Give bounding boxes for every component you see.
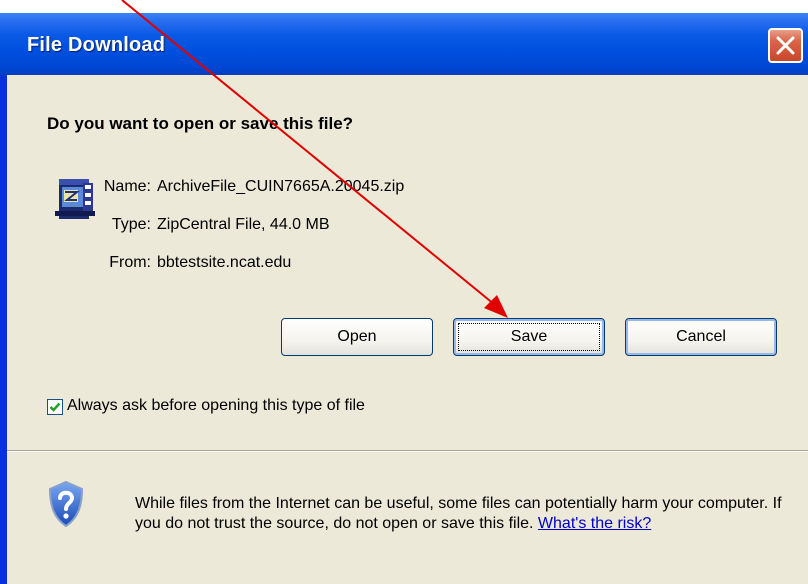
title-bar[interactable]: File Download [0,13,808,75]
dialog-title: File Download [27,34,166,56]
separator [7,450,808,452]
file-download-dialog: File Download Do you want to open or sav… [0,13,808,584]
file-name: ArchiveFile_CUIN7665A.20045.zip [157,178,405,195]
cancel-button[interactable]: Cancel [625,318,777,356]
whats-the-risk-link[interactable]: What's the risk? [538,515,651,532]
save-button[interactable]: Save [453,318,605,356]
warning-text: While files from the Internet can be use… [135,495,782,532]
file-source: bbtestsite.ncat.edu [157,254,292,271]
dialog-body: Do you want to open or save this file? N… [7,75,808,584]
question-heading: Do you want to open or save this file? [47,114,354,133]
file-type: ZipCentral File, 44.0 MB [157,216,330,233]
shield-question-icon [48,480,84,528]
close-button[interactable] [768,28,803,63]
always-ask-checkbox[interactable] [47,399,63,415]
name-label: Name: [103,178,151,195]
type-label: Type: [111,216,151,233]
check-icon [49,402,61,412]
always-ask-label[interactable]: Always ask before opening this type of f… [67,397,365,415]
from-label: From: [109,254,151,271]
close-icon [776,36,795,55]
open-button[interactable]: Open [281,318,433,356]
security-warning: While files from the Internet can be use… [135,494,785,534]
